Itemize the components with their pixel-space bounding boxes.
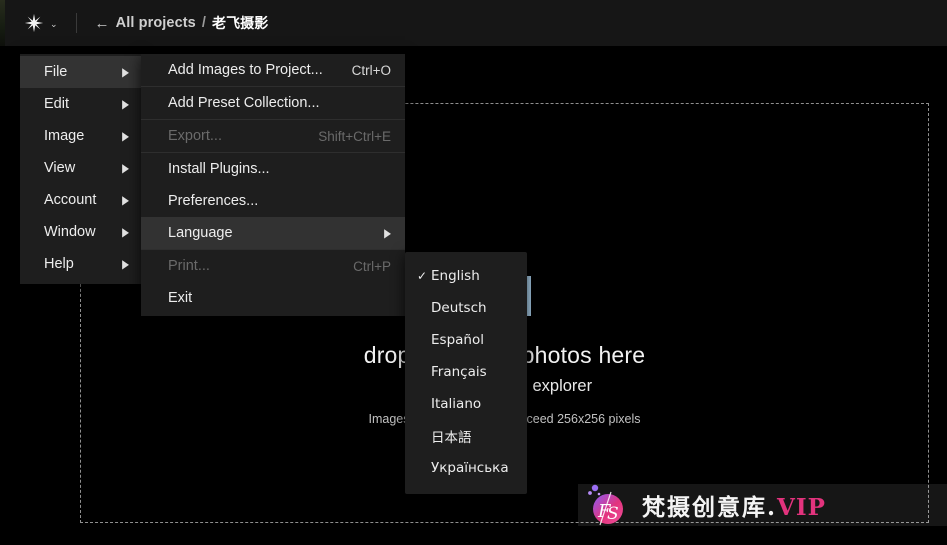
file-menu-item-language[interactable]: Language ▶	[141, 217, 405, 249]
menu-item-view[interactable]: View ▶	[20, 152, 141, 184]
breadcrumb-project-name: 老飞摄影	[211, 16, 269, 32]
chevron-right-icon: ▶	[122, 224, 129, 239]
watermark-dot: .	[767, 494, 778, 521]
menu-item-label: Help	[44, 256, 74, 272]
menu-item-edit[interactable]: Edit ▶	[20, 88, 141, 120]
language-option-english[interactable]: ✓ English	[405, 260, 527, 292]
language-option-label: Français	[431, 364, 487, 380]
language-option-français[interactable]: Français	[405, 356, 527, 388]
file-menu-item-preferences[interactable]: Preferences...	[141, 185, 405, 217]
file-menu-item-print: Print... Ctrl+P	[141, 250, 405, 282]
fs-logo-icon: F S	[584, 479, 632, 527]
file-menu-item-exit[interactable]: Exit	[141, 282, 405, 314]
file-menu-item-install-plugins[interactable]: Install Plugins...	[141, 153, 405, 185]
menu-item-help[interactable]: Help ▶	[20, 248, 141, 280]
menu-item-label: Window	[44, 224, 96, 240]
file-menu-item-label: Exit	[168, 290, 193, 306]
chevron-right-icon: ▶	[122, 64, 129, 79]
file-menu-item-label: Print...	[168, 258, 210, 274]
language-option-label: English	[431, 268, 480, 284]
watermark-text: 梵摄创意库.VIP	[642, 488, 826, 522]
breadcrumb[interactable]: ← All projects / 老飞摄影	[95, 13, 269, 33]
file-menu-item-label: Export...	[168, 128, 222, 144]
file-menu-item-label: Add Preset Collection...	[168, 95, 320, 111]
chevron-right-icon: ▶	[122, 96, 129, 111]
file-menu-item-label: Language	[168, 225, 233, 241]
language-option-deutsch[interactable]: Deutsch	[405, 292, 527, 324]
chevron-right-icon: ▶	[122, 256, 129, 271]
language-option-español[interactable]: Español	[405, 324, 527, 356]
language-option-label: Deutsch	[431, 300, 487, 316]
menu-item-label: Image	[44, 128, 85, 144]
menu-item-label: Account	[44, 192, 97, 208]
menu-item-label: View	[44, 160, 76, 176]
chevron-right-icon: ▶	[122, 160, 129, 175]
left-edge-strip	[0, 0, 5, 46]
chevron-right-icon: ▶	[384, 225, 391, 240]
header-divider	[75, 13, 77, 33]
chevron-down-icon: ⌄	[50, 18, 58, 29]
file-menu-item-shortcut: Shift+Ctrl+E	[318, 128, 391, 144]
menu-item-account[interactable]: Account ▶	[20, 184, 141, 216]
brand-menu-button[interactable]: ⌄	[20, 8, 62, 38]
file-menu-item-add-images-to-project[interactable]: Add Images to Project... Ctrl+O	[141, 54, 405, 86]
language-option-label: 日本語	[431, 430, 472, 446]
menu-item-label: File	[44, 64, 68, 80]
language-option-italiano[interactable]: Italiano	[405, 388, 527, 420]
main-menu-dropdown: File ▶ Edit ▶ Image ▶ View ▶ Account ▶ Window ▶ Help…	[20, 54, 141, 284]
language-option-label: Español	[431, 332, 484, 348]
app-window: ⌄ ← All projects / 老飞摄影 drop folders or …	[0, 0, 947, 545]
language-option-label: Italiano	[431, 396, 482, 412]
file-menu-item-add-preset-collection[interactable]: Add Preset Collection...	[141, 87, 405, 119]
menu-item-image[interactable]: Image ▶	[20, 120, 141, 152]
breadcrumb-separator: /	[201, 15, 206, 31]
chevron-right-icon: ▶	[122, 128, 129, 143]
back-arrow-icon[interactable]: ←	[95, 15, 110, 32]
file-menu-item-shortcut: Ctrl+O	[351, 62, 391, 78]
file-menu-item-label: Preferences...	[168, 193, 259, 209]
file-menu-item-export: Export... Shift+Ctrl+E	[141, 120, 405, 152]
menu-item-label: Edit	[44, 96, 69, 112]
menu-item-file[interactable]: File ▶	[20, 56, 141, 88]
check-icon: ✓	[417, 269, 428, 283]
sparkle-icon	[24, 13, 44, 33]
svg-text:S: S	[607, 504, 619, 524]
watermark-text-cn: 梵摄创意库	[642, 494, 767, 521]
file-menu-dropdown: Add Images to Project... Ctrl+O Add Preset…	[141, 54, 405, 316]
language-option-日本語[interactable]: 日本語	[405, 420, 527, 452]
language-option-українська[interactable]: Українська	[405, 452, 527, 484]
breadcrumb-all-projects[interactable]: All projects	[116, 15, 196, 31]
chevron-right-icon: ▶	[122, 192, 129, 207]
watermark-vip: VIP	[777, 494, 826, 521]
top-header-bar: ⌄ ← All projects / 老飞摄影	[0, 0, 947, 46]
file-menu-item-shortcut: Ctrl+P	[353, 258, 391, 274]
watermark: F S 梵摄创意库.VIP	[578, 484, 947, 526]
language-submenu: ✓ English Deutsch Español Français Italiano 日本…	[405, 252, 527, 494]
file-menu-item-label: Add Images to Project...	[168, 62, 323, 78]
language-option-label: Українська	[431, 460, 509, 476]
menu-item-window[interactable]: Window ▶	[20, 216, 141, 248]
file-menu-item-label: Install Plugins...	[168, 161, 270, 177]
